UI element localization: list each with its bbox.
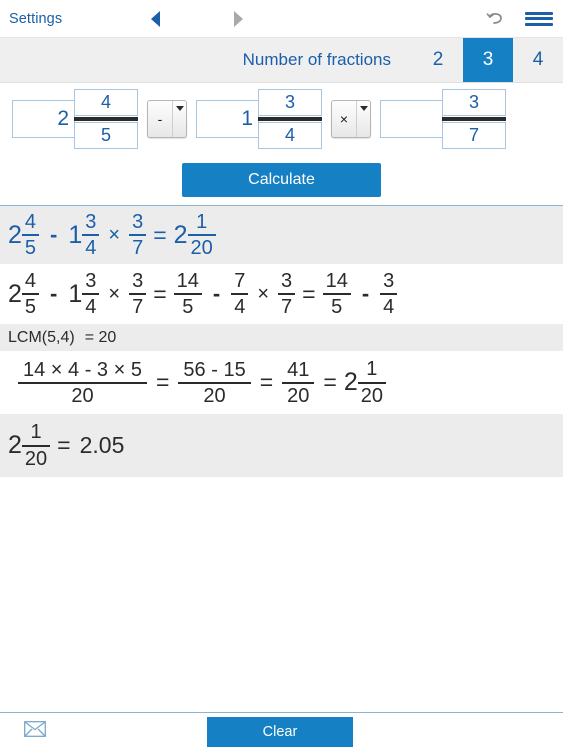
improper-operator-1: - <box>50 281 58 306</box>
whole-number-input-2[interactable]: 1 <box>196 100 259 138</box>
numerator-input-3[interactable]: 3 <box>442 89 506 116</box>
lcm-label: LCM(5,4) <box>8 328 75 346</box>
improper-equals-1: = <box>153 280 167 307</box>
hamburger-menu-icon[interactable] <box>525 10 553 28</box>
summary-term-3: 37 <box>129 211 147 260</box>
fraction-bar-3 <box>442 117 506 121</box>
fraction-input-1: 4 5 <box>74 89 138 149</box>
computation-equals-1: = <box>155 369 170 395</box>
result-row-decimal: 2 1 20 = 2.05 <box>0 414 563 477</box>
dropdown-caret-icon-2 <box>357 101 370 137</box>
numerator-input-1[interactable]: 4 <box>74 89 138 116</box>
computation-equals-3: = <box>323 369 337 395</box>
fraction-bar-1 <box>74 117 138 121</box>
fraction-term-2: 1 3 4 <box>196 89 322 149</box>
summary-term-1: 2 45 <box>8 211 40 260</box>
top-navigation-bar: Settings <box>0 0 563 38</box>
improper-step-2: 74 <box>231 270 249 319</box>
summary-result: 2 1 20 <box>174 211 216 260</box>
envelope-icon[interactable] <box>24 721 46 742</box>
forward-triangle-icon[interactable] <box>234 10 243 27</box>
fraction-count-label: Number of fractions <box>242 50 391 69</box>
result-row-summary: 2 45 - 1 34 × 37 = 2 1 20 <box>0 206 563 264</box>
computation-fraction-3: 41 20 <box>282 360 315 406</box>
settings-link[interactable]: Settings <box>9 11 62 27</box>
fraction-count-bar: Number of fractions 2 3 4 <box>0 38 563 83</box>
fraction-count-option-4[interactable]: 4 <box>513 38 563 82</box>
summary-term-2: 1 34 <box>68 211 100 260</box>
computation-equals-2: = <box>259 369 274 395</box>
fraction-term-3: 3 7 <box>380 89 506 149</box>
clear-button[interactable]: Clear <box>207 717 353 747</box>
computation-fraction-2: 56 - 15 20 <box>178 360 251 406</box>
operator-symbol-2: × <box>332 101 357 137</box>
fraction-term-1: 2 4 5 <box>12 89 138 149</box>
computation-result: 2 1 20 <box>344 358 386 407</box>
lcm-value: = 20 <box>84 328 117 346</box>
operator-select-1[interactable]: - <box>147 100 187 138</box>
improper-term-1: 2 45 <box>8 270 40 319</box>
calculate-button-area: Calculate <box>0 155 563 205</box>
improper-final-1: 14 5 <box>322 270 351 319</box>
decimal-mixed-number: 2 1 20 <box>8 421 51 470</box>
improper-final-2: 34 <box>380 270 398 319</box>
whole-number-input-1[interactable]: 2 <box>12 100 75 138</box>
undo-icon[interactable] <box>485 8 507 30</box>
operator-symbol-1: - <box>148 101 173 137</box>
back-triangle-icon[interactable] <box>151 10 160 27</box>
fraction-bar-2 <box>258 117 322 121</box>
decimal-value: 2.05 <box>79 432 125 458</box>
bottom-toolbar: Clear <box>0 712 563 750</box>
result-row-lcm: LCM(5,4) = 20 <box>0 324 563 351</box>
improper-term-3: 37 <box>129 270 147 319</box>
result-row-computation: 14 × 4 - 3 × 5 20 = 56 - 15 20 = 41 20 =… <box>0 351 563 414</box>
summary-equals: = <box>153 221 167 248</box>
result-row-improper: 2 45 - 1 34 × 37 = 14 5 - 74 × 37 = 14 5 -… <box>0 264 563 324</box>
improper-operator-3: - <box>212 281 221 306</box>
improper-equals-2: = <box>302 280 316 307</box>
dropdown-caret-icon-1 <box>173 101 186 137</box>
denominator-input-2[interactable]: 4 <box>258 122 322 149</box>
improper-operator-4: × <box>257 283 270 305</box>
improper-operator-2: × <box>108 283 121 305</box>
summary-operator-2: × <box>108 224 121 246</box>
operator-select-2[interactable]: × <box>331 100 371 138</box>
summary-operator-1: - <box>50 222 58 247</box>
fraction-input-3: 3 7 <box>442 89 506 149</box>
improper-operator-5: - <box>361 281 370 306</box>
computation-fraction-1: 14 × 4 - 3 × 5 20 <box>18 360 147 406</box>
decimal-equals: = <box>57 432 71 458</box>
calculate-button[interactable]: Calculate <box>182 163 381 197</box>
fraction-input-row: 2 4 5 - 1 3 4 × 3 7 <box>0 83 563 155</box>
numerator-input-2[interactable]: 3 <box>258 89 322 116</box>
fraction-input-2: 3 4 <box>258 89 322 149</box>
improper-step-1: 14 5 <box>173 270 202 319</box>
fraction-count-option-3[interactable]: 3 <box>463 38 513 82</box>
denominator-input-3[interactable]: 7 <box>442 122 506 149</box>
whole-number-input-3[interactable] <box>380 100 443 138</box>
improper-step-3: 37 <box>278 270 296 319</box>
results-list: 2 45 - 1 34 × 37 = 2 1 20 2 45 - 1 34 × 3… <box>0 206 563 477</box>
denominator-input-1[interactable]: 5 <box>74 122 138 149</box>
fraction-count-option-2[interactable]: 2 <box>413 38 463 82</box>
improper-term-2: 1 34 <box>68 270 100 319</box>
